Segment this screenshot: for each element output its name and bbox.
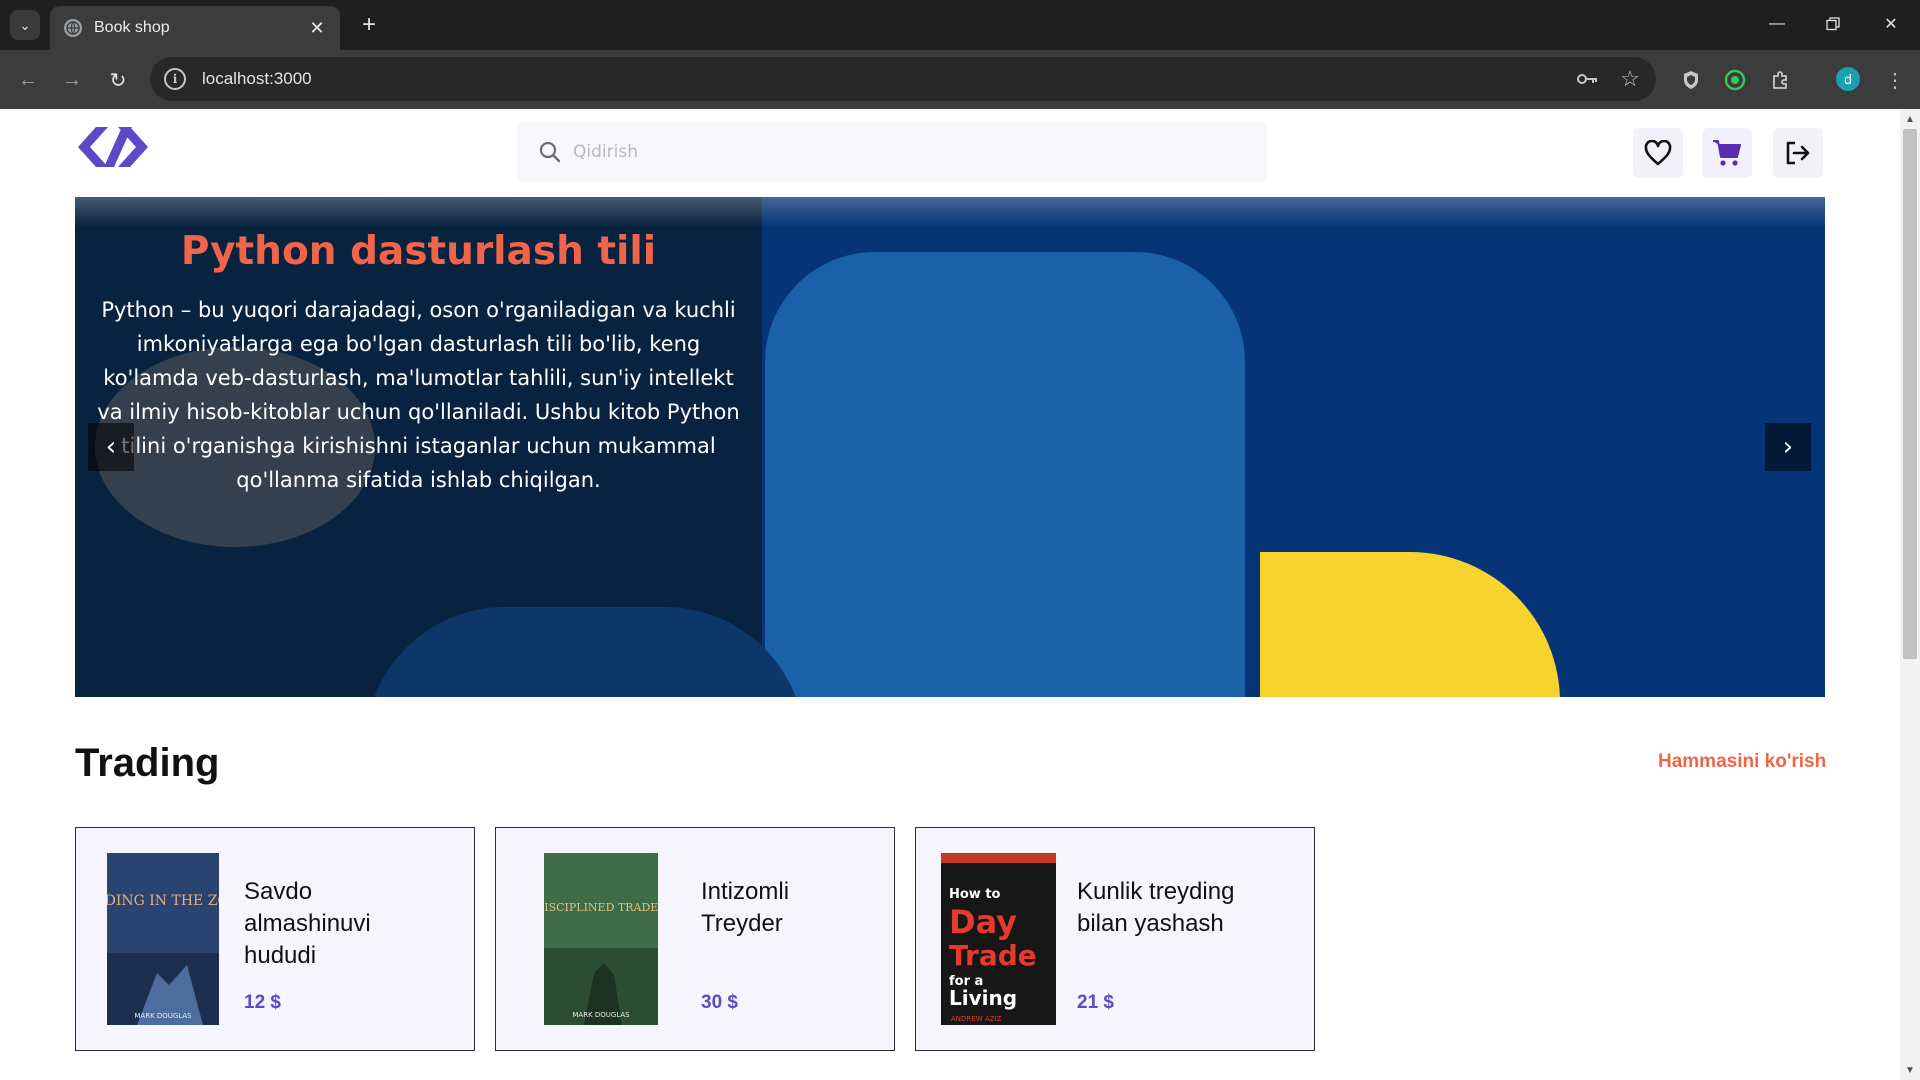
svg-text:Trade: Trade [949, 939, 1037, 972]
cover-title: TRADING IN THE ZONE [107, 893, 219, 909]
cover-author: MARK DOUGLAS [572, 1011, 630, 1019]
extensions-puzzle-icon[interactable] [1766, 65, 1796, 95]
hero-description: Python – bu yuqori darajadagi, oson o'rg… [97, 298, 740, 492]
green-extension-icon[interactable] [1720, 65, 1750, 95]
book-card[interactable]: TRADING IN THE ZONE MARK DOUGLAS Savdo a… [75, 827, 475, 1051]
globe-icon [64, 19, 82, 37]
search-input[interactable] [573, 142, 1223, 162]
shield-extension-icon[interactable] [1676, 65, 1706, 95]
hero-image-strip [75, 197, 1825, 227]
restore-button[interactable] [1810, 8, 1856, 40]
address-bar[interactable]: i localhost:3000 ☆ [150, 57, 1656, 101]
site-info-icon[interactable]: i [164, 68, 186, 90]
hero-image-shape [1260, 552, 1560, 697]
browser-tab-bar: ⌄ Book shop ✕ + — ✕ [0, 0, 1920, 50]
url-text[interactable]: localhost:3000 [202, 69, 1572, 89]
hero-text: Python dasturlash tili Python – bu yuqor… [75, 227, 762, 497]
profile-avatar[interactable]: d [1836, 67, 1860, 91]
logout-button[interactable] [1773, 128, 1823, 178]
book-price: 12 $ [244, 992, 281, 1013]
brand-logo-icon[interactable] [74, 123, 152, 171]
hero-image-shape [765, 252, 1245, 697]
cover-author: MARK DOUGLAS [134, 1012, 192, 1020]
close-window-button[interactable]: ✕ [1868, 8, 1914, 40]
heart-icon [1644, 140, 1672, 166]
menu-kebab-icon[interactable]: ⋮ [1880, 65, 1910, 95]
forward-button[interactable]: → [56, 64, 88, 96]
new-tab-button[interactable]: + [354, 10, 384, 40]
browser-toolbar: ← → ↻ i localhost:3000 ☆ ⋮ [0, 50, 1920, 109]
bookmark-star-icon[interactable]: ☆ [1614, 63, 1646, 95]
book-cover-image[interactable]: DISCIPLINED TRADER MARK DOUGLAS [544, 853, 658, 1025]
book-card[interactable]: How to Day Trade for a Living ANDREW AZI… [915, 827, 1315, 1051]
logout-icon [1786, 141, 1810, 165]
book-name[interactable]: Intizomli Treyder [701, 876, 871, 940]
book-price: 21 $ [1077, 992, 1114, 1013]
book-price: 30 $ [701, 992, 738, 1013]
carousel-next-button[interactable]: › [1765, 423, 1811, 471]
book-card[interactable]: DISCIPLINED TRADER MARK DOUGLAS Intizoml… [495, 827, 895, 1051]
carousel-prev-button[interactable]: ‹ [88, 423, 134, 471]
scroll-down-arrow[interactable]: ▼ [1900, 1062, 1920, 1078]
book-name[interactable]: Savdo almashinuvi hududi [244, 876, 424, 972]
scroll-thumb[interactable] [1903, 129, 1917, 659]
page: Python dasturlash tili Python – bu yuqor… [0, 109, 1900, 1080]
cover-title: DISCIPLINED TRADER [544, 901, 658, 914]
section-title: Trading [75, 741, 220, 785]
see-all-link[interactable]: Hammasini ko'rish [1658, 751, 1826, 773]
search-icon [539, 141, 561, 163]
minimize-button[interactable]: — [1754, 8, 1800, 40]
book-cover-image[interactable]: How to Day Trade for a Living ANDREW AZI… [941, 853, 1056, 1025]
svg-text:Living: Living [949, 986, 1017, 1010]
svg-text:How to: How to [949, 887, 1001, 902]
book-cover-image[interactable]: TRADING IN THE ZONE MARK DOUGLAS [107, 853, 219, 1025]
cart-icon [1713, 140, 1741, 166]
favorites-button[interactable] [1633, 128, 1683, 178]
back-button[interactable]: ← [12, 64, 44, 96]
restore-icon [1826, 17, 1840, 31]
tab-search-button[interactable]: ⌄ [10, 10, 40, 40]
cover-author: ANDREW AZIZ [951, 1015, 1001, 1023]
svg-text:Day: Day [949, 903, 1017, 941]
reload-button[interactable]: ↻ [102, 64, 134, 96]
hero-title: Python dasturlash tili [180, 229, 657, 274]
cart-button[interactable] [1702, 128, 1752, 178]
page-scrollbar[interactable]: ▲ ▼ [1900, 109, 1920, 1080]
search-bar[interactable] [517, 123, 1267, 181]
scroll-up-arrow[interactable]: ▲ [1900, 111, 1920, 127]
tab-title: Book shop [94, 19, 170, 36]
book-name[interactable]: Kunlik treyding bilan yashash [1077, 876, 1267, 940]
hero-carousel: Python dasturlash tili Python – bu yuqor… [75, 197, 1825, 697]
browser-tab[interactable]: Book shop ✕ [50, 6, 340, 50]
close-tab-icon[interactable]: ✕ [306, 18, 328, 39]
password-key-icon[interactable] [1572, 63, 1604, 95]
